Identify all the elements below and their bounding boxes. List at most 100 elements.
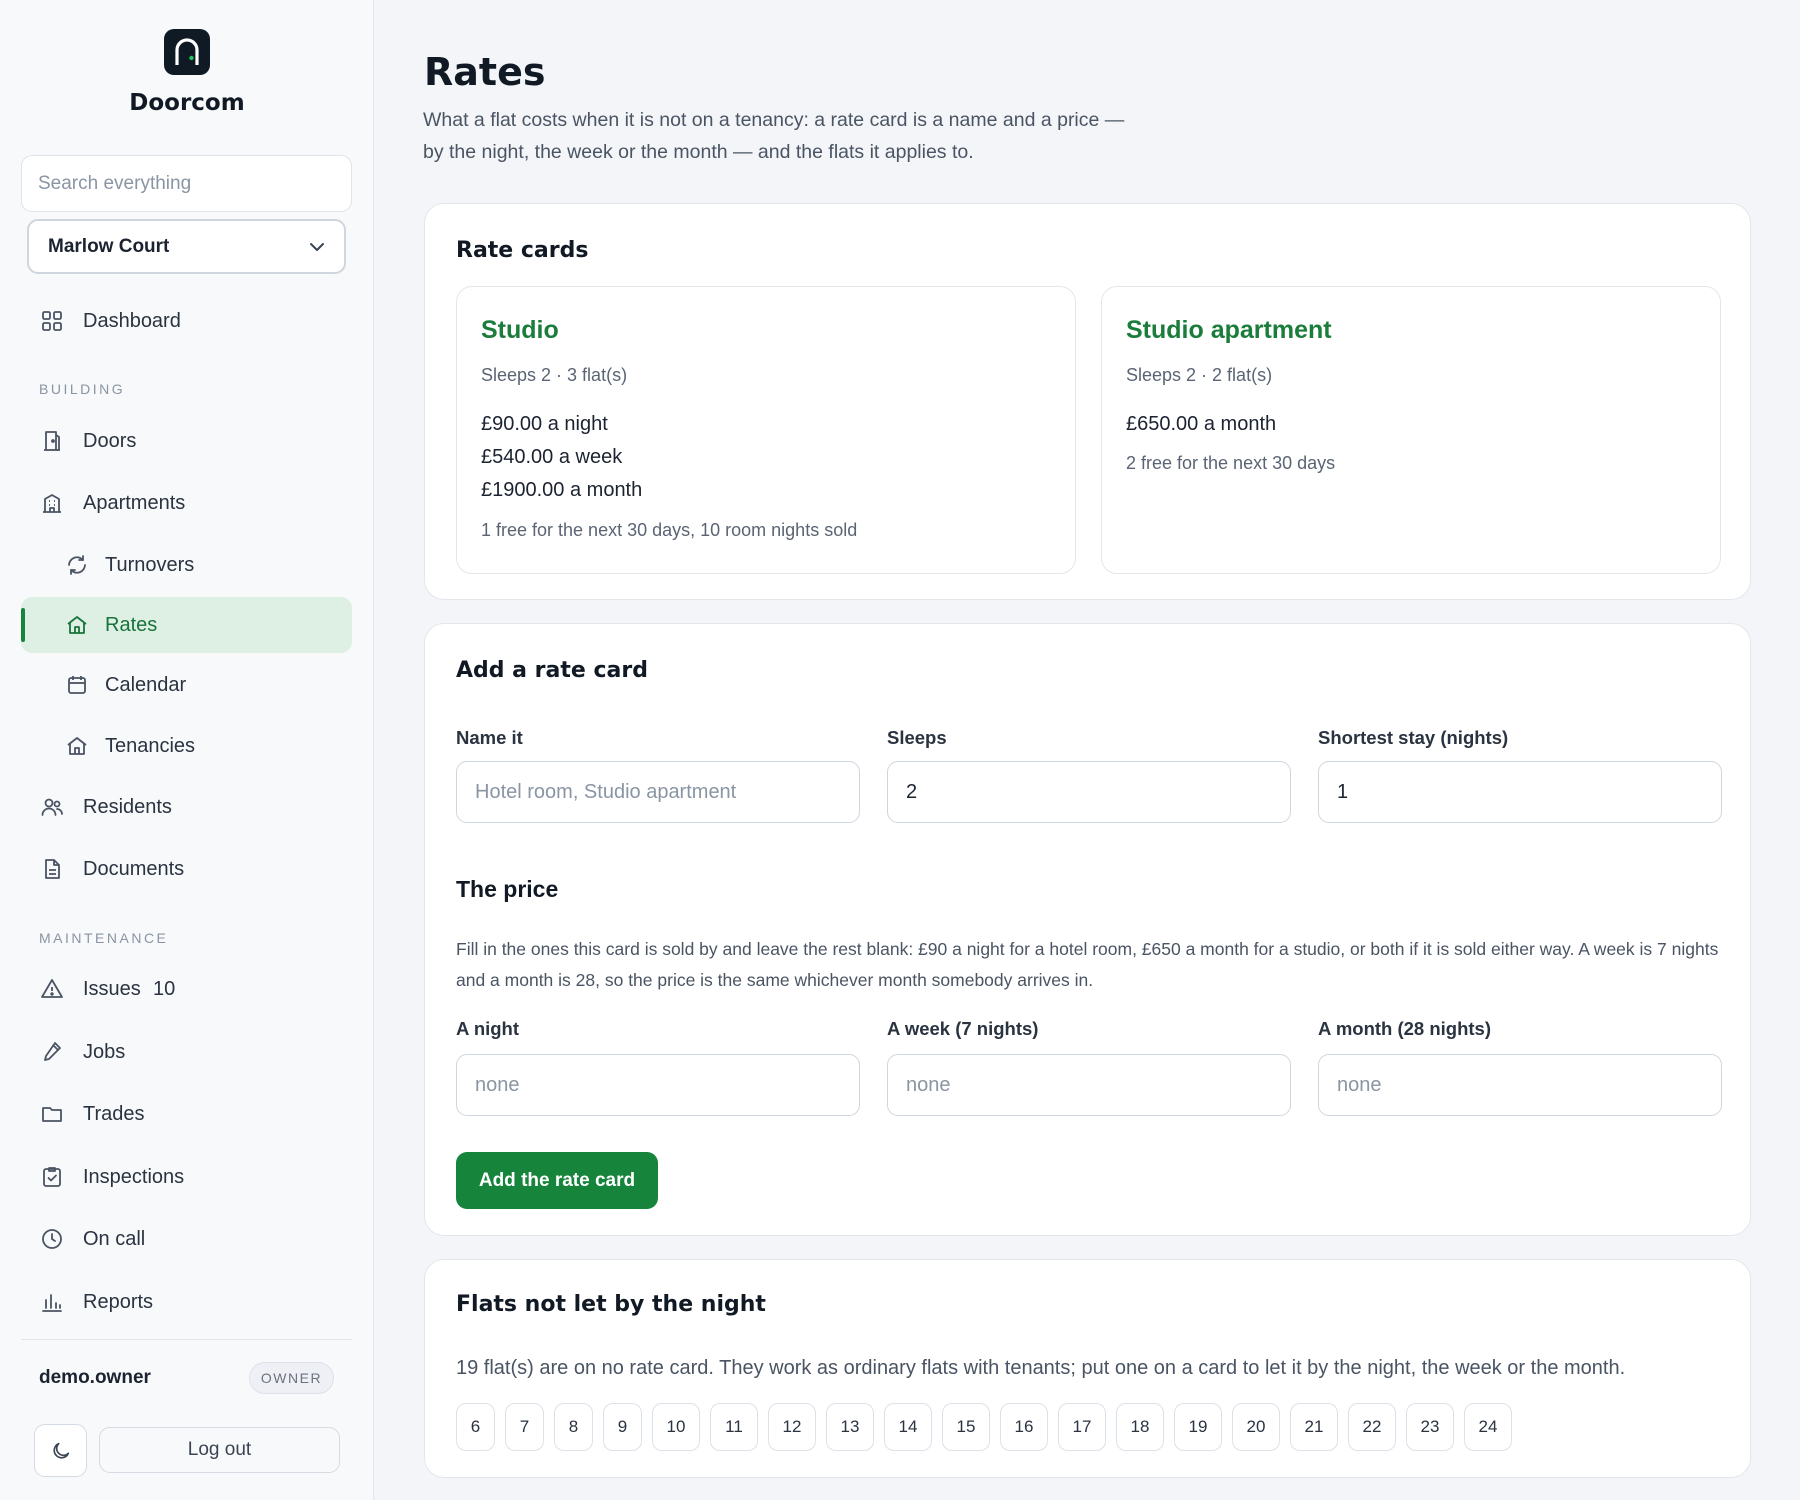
rate-card-name: Studio apartment xyxy=(1126,316,1332,344)
unrated-flats-panel: Flats not let by the night 19 flat(s) ar… xyxy=(424,1259,1751,1478)
rate-card-price-month: £650.00 a month xyxy=(1126,413,1277,435)
rate-card-studio[interactable]: Studio Sleeps 2 · 3 flat(s) £90.00 a nig… xyxy=(456,286,1076,574)
refresh-icon xyxy=(68,555,86,575)
sidebar-item-label: Dashboard xyxy=(83,310,181,332)
sidebar-item-jobs[interactable]: Jobs xyxy=(21,1024,352,1080)
flat-chip[interactable]: 10 xyxy=(652,1403,700,1451)
sidebar-item-label: Rates xyxy=(105,614,158,636)
sidebar: Doorcom Marlow Court Dashboard BUILDING … xyxy=(0,0,374,1500)
price-help-text: Fill in the ones this card is sold by an… xyxy=(456,939,1719,990)
document-icon xyxy=(45,859,60,879)
sidebar-item-inspections[interactable]: Inspections xyxy=(21,1149,352,1205)
sidebar-item-apartments[interactable]: Apartments xyxy=(21,475,352,531)
sidebar-item-doors[interactable]: Doors xyxy=(21,413,352,469)
clock-icon xyxy=(42,1229,62,1249)
flat-chip[interactable]: 15 xyxy=(942,1403,990,1451)
building-select[interactable]: Marlow Court xyxy=(27,219,346,274)
sidebar-item-reports[interactable]: Reports xyxy=(21,1274,352,1330)
shortest-stay-input[interactable] xyxy=(1318,761,1722,823)
unrated-flats-note: 19 flat(s) are on no rate card. They wor… xyxy=(456,1357,1626,1379)
rate-card-name: Studio xyxy=(481,316,559,344)
sidebar-item-residents[interactable]: Residents xyxy=(21,779,352,835)
add-rate-card-panel: Add a rate card Name it Sleeps Shortest … xyxy=(424,623,1751,1236)
sidebar-item-label: Trades xyxy=(83,1103,145,1125)
sidebar-item-label: Reports xyxy=(83,1291,154,1313)
sidebar-item-tenancies[interactable]: Tenancies xyxy=(21,718,352,774)
flat-chip[interactable]: 20 xyxy=(1232,1403,1280,1451)
building-select-value: Marlow Court xyxy=(48,236,170,257)
sidebar-item-rates[interactable]: Rates xyxy=(21,597,352,653)
sidebar-item-label: Tenancies xyxy=(105,735,196,757)
sidebar-item-documents[interactable]: Documents xyxy=(21,841,352,897)
folder-icon xyxy=(42,1107,62,1122)
flat-chip[interactable]: 23 xyxy=(1406,1403,1454,1451)
sleeps-label: Sleeps xyxy=(887,727,947,748)
week-price-input[interactable] xyxy=(887,1054,1291,1116)
rate-card-price-month: £1900.00 a month xyxy=(481,479,643,501)
sidebar-item-label: Jobs xyxy=(83,1041,126,1063)
sidebar-item-label: Issues xyxy=(83,978,141,1000)
flat-chip[interactable]: 8 xyxy=(554,1403,593,1451)
page-title: Rates xyxy=(424,50,546,94)
flat-chip[interactable]: 13 xyxy=(826,1403,874,1451)
flat-chip[interactable]: 12 xyxy=(768,1403,816,1451)
price-section-title: The price xyxy=(456,876,559,902)
door-icon xyxy=(44,431,60,451)
people-icon xyxy=(41,798,63,816)
sidebar-item-on-call[interactable]: On call xyxy=(21,1211,352,1267)
flat-chip[interactable]: 16 xyxy=(1000,1403,1048,1451)
flat-chip[interactable]: 18 xyxy=(1116,1403,1164,1451)
chevron-down-icon xyxy=(310,243,324,251)
month-price-input[interactable] xyxy=(1318,1054,1722,1116)
wrench-icon xyxy=(44,1042,61,1061)
page-description: What a flat costs when it is not on a te… xyxy=(423,109,1125,163)
search-input[interactable] xyxy=(21,155,352,212)
logout-button[interactable]: Log out xyxy=(99,1427,340,1473)
sidebar-item-label: Calendar xyxy=(105,674,187,696)
sidebar-item-trades[interactable]: Trades xyxy=(21,1086,352,1142)
grid-icon xyxy=(42,311,62,331)
unrated-flats-title: Flats not let by the night xyxy=(456,1292,766,1317)
rate-cards-title: Rate cards xyxy=(456,238,589,263)
flat-chip[interactable]: 11 xyxy=(710,1403,758,1451)
rate-card-meta: Sleeps 2 · 3 flat(s) xyxy=(481,365,628,385)
sleeps-input[interactable] xyxy=(887,761,1291,823)
night-price-label: A night xyxy=(456,1018,520,1039)
flat-chip[interactable]: 14 xyxy=(884,1403,932,1451)
sidebar-item-calendar[interactable]: Calendar xyxy=(21,657,352,713)
sidebar-item-dashboard[interactable]: Dashboard xyxy=(21,293,352,349)
issues-count: 10 xyxy=(153,978,176,1000)
calendar-icon xyxy=(68,676,86,694)
flat-chip[interactable]: 6 xyxy=(456,1403,495,1451)
home-icon xyxy=(67,737,87,755)
sidebar-item-turnovers[interactable]: Turnovers xyxy=(21,537,352,593)
add-rate-card-button[interactable]: Add the rate card xyxy=(456,1152,658,1209)
flat-chip[interactable]: 19 xyxy=(1174,1403,1222,1451)
sidebar-item-label: Inspections xyxy=(83,1166,185,1188)
building-icon xyxy=(43,494,61,513)
month-price-label: A month (28 nights) xyxy=(1318,1018,1491,1039)
flat-chip[interactable]: 24 xyxy=(1464,1403,1512,1451)
night-price-input[interactable] xyxy=(456,1054,860,1116)
shortest-stay-label: Shortest stay (nights) xyxy=(1318,727,1509,748)
flat-chip[interactable]: 21 xyxy=(1290,1403,1338,1451)
flat-chip[interactable]: 7 xyxy=(505,1403,544,1451)
rate-card-availability: 2 free for the next 30 days xyxy=(1126,453,1336,473)
bar-chart-icon xyxy=(42,1294,62,1312)
door-logo-icon[interactable] xyxy=(164,29,210,75)
rate-card-price-week: £540.00 a week xyxy=(481,446,623,468)
clipboard-check-icon xyxy=(43,1167,61,1187)
main-content: Rates What a flat costs when it is not o… xyxy=(374,0,1800,1500)
theme-toggle-button[interactable] xyxy=(34,1424,87,1477)
name-input[interactable] xyxy=(456,761,860,823)
rate-card-availability: 1 free for the next 30 days, 10 room nig… xyxy=(481,520,858,540)
user-name: demo.owner xyxy=(39,1367,151,1388)
sidebar-divider xyxy=(21,1339,352,1340)
flat-chip[interactable]: 9 xyxy=(603,1403,642,1451)
flat-chip[interactable]: 17 xyxy=(1058,1403,1106,1451)
rate-card-studio-apartment[interactable]: Studio apartment Sleeps 2 · 2 flat(s) £6… xyxy=(1101,286,1721,574)
flat-chip[interactable]: 22 xyxy=(1348,1403,1396,1451)
add-rate-card-title: Add a rate card xyxy=(456,658,648,683)
week-price-label: A week (7 nights) xyxy=(887,1018,1039,1039)
sidebar-item-issues[interactable]: Issues 10 xyxy=(21,961,352,1017)
